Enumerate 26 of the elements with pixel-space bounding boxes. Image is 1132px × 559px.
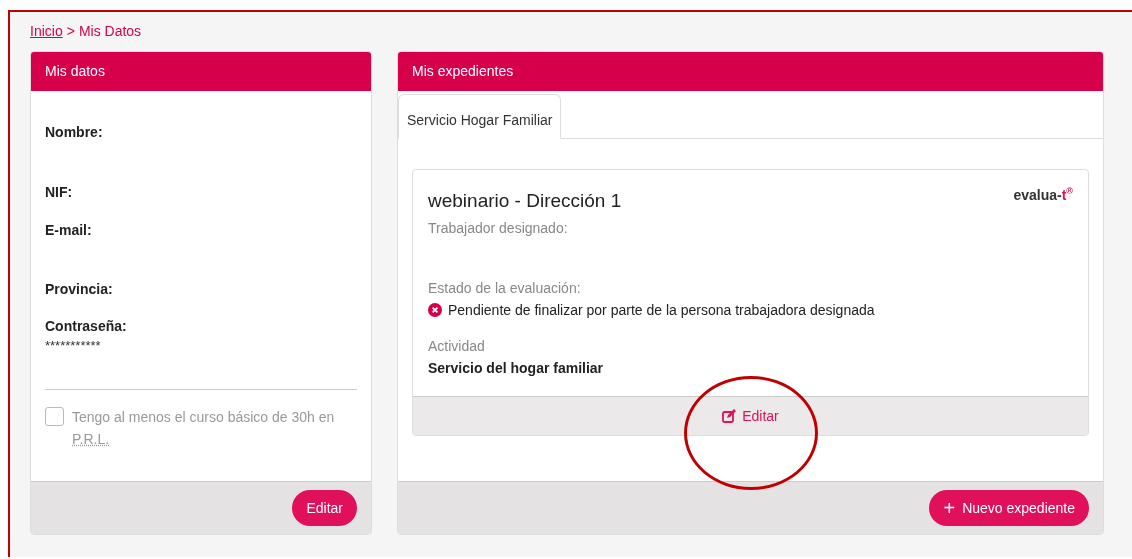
logo: evalua-t$^{®}$ (1013, 186, 1073, 203)
status-text: Pendiente de finalizar por parte de la persona trabajadora designada (448, 302, 875, 318)
tab[interactable]: Servicio Hogar Familiar (398, 94, 562, 139)
field-label: Trabajador designado: (428, 220, 569, 236)
panel-header: Mis datos (31, 52, 371, 91)
field-label: NIF: (45, 184, 74, 200)
field-label: Estado de la evaluación: (428, 280, 582, 296)
edit-button[interactable]: Editar (716, 407, 785, 425)
field-label: Nombre: (45, 124, 104, 140)
edit-button[interactable]: Editar (292, 490, 357, 526)
breadcrumb-current: Mis Datos (78, 23, 142, 39)
card-title: webinario - Dirección 1 (428, 190, 622, 212)
field-label: E-mail: (45, 222, 93, 238)
error-icon (428, 303, 442, 317)
field-label: Contraseña: (45, 318, 128, 334)
breadcrumb-separator: > (66, 23, 75, 39)
field-value: *********** (45, 338, 102, 353)
checkbox-label: Tengo al menos el curso básico de 30h en P.R.L. (72, 408, 336, 449)
field-label: Actividad (428, 338, 486, 354)
field-label: Provincia: (45, 281, 114, 297)
field-value: Servicio del hogar familiar (428, 360, 605, 376)
checkbox[interactable] (45, 407, 64, 426)
edit-icon (722, 409, 737, 423)
panel-header: Mis expedientes (398, 52, 1103, 91)
breadcrumb-link[interactable]: Inicio (30, 23, 63, 39)
new-file-button[interactable]: + Nuevo expediente (929, 490, 1089, 526)
